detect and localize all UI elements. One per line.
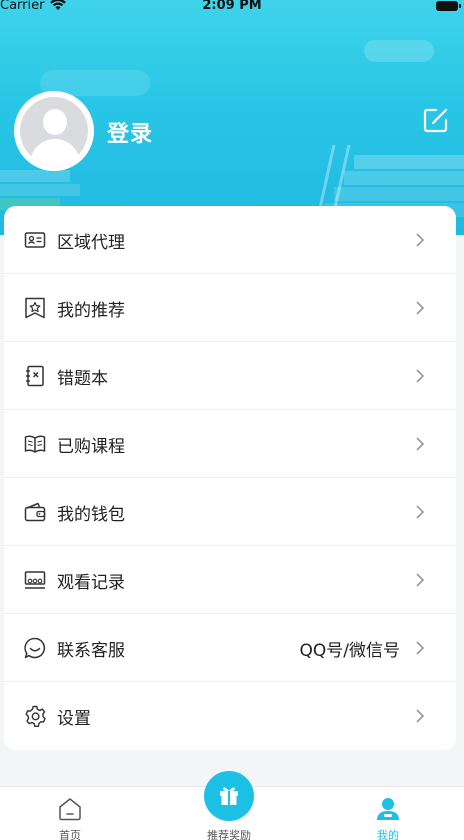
menu-card: 区域代理 我的推荐 错题本 已购课程 我的钱包 观看记录 联系客服 QQ号/微信… [4, 206, 456, 750]
chevron-right-icon [416, 709, 425, 723]
chevron-right-icon [416, 573, 425, 587]
menu-item-label: 观看记录 [57, 573, 125, 593]
tab-label: 推荐奖励 [207, 829, 251, 840]
gear-icon [25, 705, 46, 727]
clock: 2:09 PM [202, 0, 262, 13]
edit-icon[interactable] [422, 106, 450, 134]
login-link[interactable]: 登录 [107, 116, 153, 148]
tab-home[interactable]: 首页 [10, 787, 130, 840]
wallet-icon [24, 502, 46, 522]
menu-item-label: 已购课程 [57, 437, 125, 457]
cloud-decoration [364, 40, 434, 62]
chevron-right-icon [416, 437, 425, 451]
menu-item-label: 错题本 [57, 369, 108, 389]
menu-item-mistake-book[interactable]: 错题本 [4, 342, 456, 410]
menu-item-label: 设置 [57, 709, 91, 729]
avatar[interactable] [14, 91, 94, 171]
reward-button[interactable] [204, 771, 254, 821]
profile-screen: Carrier 2:09 PM 登录 区域代理 我的推荐 错题本 已购课程 我的… [0, 0, 464, 840]
contact-info-value: QQ号/微信号 [299, 641, 401, 661]
menu-item-regional-agent[interactable]: 区域代理 [4, 206, 456, 274]
open-book-icon [24, 435, 46, 453]
menu-item-my-referrals[interactable]: 我的推荐 [4, 274, 456, 342]
chevron-right-icon [416, 641, 425, 655]
menu-item-customer-service[interactable]: 联系客服 QQ号/微信号 [4, 614, 456, 682]
gift-icon [220, 787, 238, 805]
menu-item-settings[interactable]: 设置 [4, 682, 456, 750]
history-icon [24, 571, 46, 589]
id-card-icon [24, 232, 46, 248]
profile-header: Carrier 2:09 PM 登录 [0, 0, 464, 235]
menu-item-label: 联系客服 [57, 641, 125, 661]
status-bar: Carrier 2:09 PM [0, 0, 464, 16]
menu-item-label: 我的推荐 [57, 301, 125, 321]
notebook-icon [26, 365, 44, 387]
star-badge-icon [25, 297, 45, 319]
menu-item-purchased-courses[interactable]: 已购课程 [4, 410, 456, 478]
tab-label: 首页 [59, 829, 81, 840]
home-icon [59, 798, 81, 821]
menu-item-label: 区域代理 [57, 233, 125, 253]
menu-item-watch-history[interactable]: 观看记录 [4, 546, 456, 614]
tab-mine[interactable]: 我的 [328, 787, 448, 840]
user-icon [377, 798, 399, 820]
battery-icon [436, 1, 461, 11]
chevron-right-icon [416, 505, 425, 519]
menu-item-my-wallet[interactable]: 我的钱包 [4, 478, 456, 546]
tab-label: 我的 [377, 829, 399, 840]
chevron-right-icon [416, 233, 425, 247]
chat-icon [24, 637, 46, 659]
menu-item-label: 我的钱包 [57, 505, 125, 525]
chevron-right-icon [416, 301, 425, 315]
chevron-right-icon [416, 369, 425, 383]
